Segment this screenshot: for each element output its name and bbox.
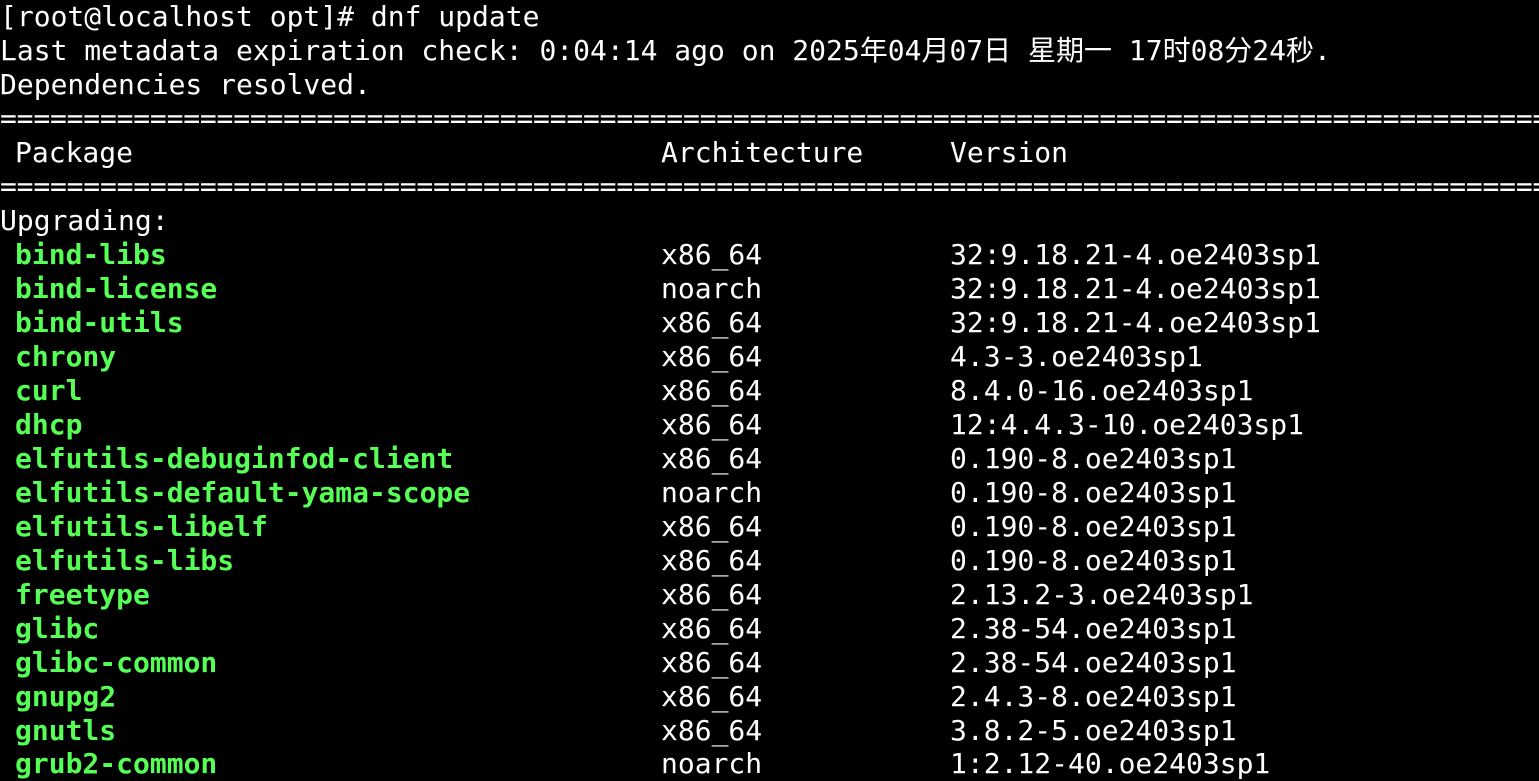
package-arch: x86_64 xyxy=(661,680,763,713)
package-version: 3.8.2-5.oe2403sp1 xyxy=(950,714,1237,747)
terminal-window[interactable]: [root@localhost opt]# dnf update Last me… xyxy=(0,0,1539,781)
package-arch: x86_64 xyxy=(661,646,763,679)
metadata-line: Last metadata expiration check: 0:04:14 … xyxy=(0,34,1331,67)
header-architecture: Architecture xyxy=(661,136,864,169)
package-name: curl xyxy=(15,374,83,407)
separator-top: ========================================… xyxy=(0,102,1539,135)
package-name: chrony xyxy=(15,340,117,373)
package-name: bind-utils xyxy=(15,306,184,339)
package-arch: x86_64 xyxy=(661,238,763,271)
package-arch: x86_64 xyxy=(661,306,763,339)
package-name: gnutls xyxy=(15,714,117,747)
prompt-line: [root@localhost opt]# dnf update xyxy=(0,0,540,33)
package-version: 0.190-8.oe2403sp1 xyxy=(950,442,1237,475)
package-arch: x86_64 xyxy=(661,578,763,611)
package-name: elfutils-default-yama-scope xyxy=(15,476,471,509)
package-name: elfutils-libelf xyxy=(15,510,268,543)
dependencies-line: Dependencies resolved. xyxy=(0,68,371,101)
package-version: 12:4.4.3-10.oe2403sp1 xyxy=(950,408,1305,441)
package-name: bind-libs xyxy=(15,238,167,271)
package-version: 2.13.2-3.oe2403sp1 xyxy=(950,578,1254,611)
package-version: 2.38-54.oe2403sp1 xyxy=(950,612,1237,645)
package-version: 8.4.0-16.oe2403sp1 xyxy=(950,374,1254,407)
package-arch: x86_64 xyxy=(661,340,763,373)
package-version: 32:9.18.21-4.oe2403sp1 xyxy=(950,272,1321,305)
package-version: 1:2.12-40.oe2403sp1 xyxy=(950,747,1271,780)
header-package: Package xyxy=(15,136,134,169)
package-arch: noarch xyxy=(661,272,763,305)
package-arch: x86_64 xyxy=(661,612,763,645)
package-version: 2.38-54.oe2403sp1 xyxy=(950,646,1237,679)
package-version: 0.190-8.oe2403sp1 xyxy=(950,476,1237,509)
package-name: glibc xyxy=(15,612,100,645)
package-version: 32:9.18.21-4.oe2403sp1 xyxy=(950,238,1321,271)
package-arch: x86_64 xyxy=(661,408,763,441)
package-name: freetype xyxy=(15,578,150,611)
package-arch: x86_64 xyxy=(661,544,763,577)
package-version: 32:9.18.21-4.oe2403sp1 xyxy=(950,306,1321,339)
package-name: elfutils-debuginfod-client xyxy=(15,442,454,475)
package-version: 2.4.3-8.oe2403sp1 xyxy=(950,680,1237,713)
package-arch: noarch xyxy=(661,747,763,780)
package-version: 0.190-8.oe2403sp1 xyxy=(950,544,1237,577)
package-name: bind-license xyxy=(15,272,218,305)
package-version: 0.190-8.oe2403sp1 xyxy=(950,510,1237,543)
package-name: elfutils-libs xyxy=(15,544,235,577)
package-name: glibc-common xyxy=(15,646,218,679)
package-arch: x86_64 xyxy=(661,374,763,407)
header-version: Version xyxy=(950,136,1069,169)
package-arch: x86_64 xyxy=(661,714,763,747)
package-name: dhcp xyxy=(15,408,83,441)
package-name: grub2-common xyxy=(15,747,218,780)
package-arch: x86_64 xyxy=(661,510,763,543)
section-upgrading: Upgrading: xyxy=(0,204,169,237)
package-arch: x86_64 xyxy=(661,442,763,475)
separator-bottom: ========================================… xyxy=(0,170,1539,203)
package-arch: noarch xyxy=(661,476,763,509)
package-version: 4.3-3.oe2403sp1 xyxy=(950,340,1203,373)
package-name: gnupg2 xyxy=(15,680,117,713)
